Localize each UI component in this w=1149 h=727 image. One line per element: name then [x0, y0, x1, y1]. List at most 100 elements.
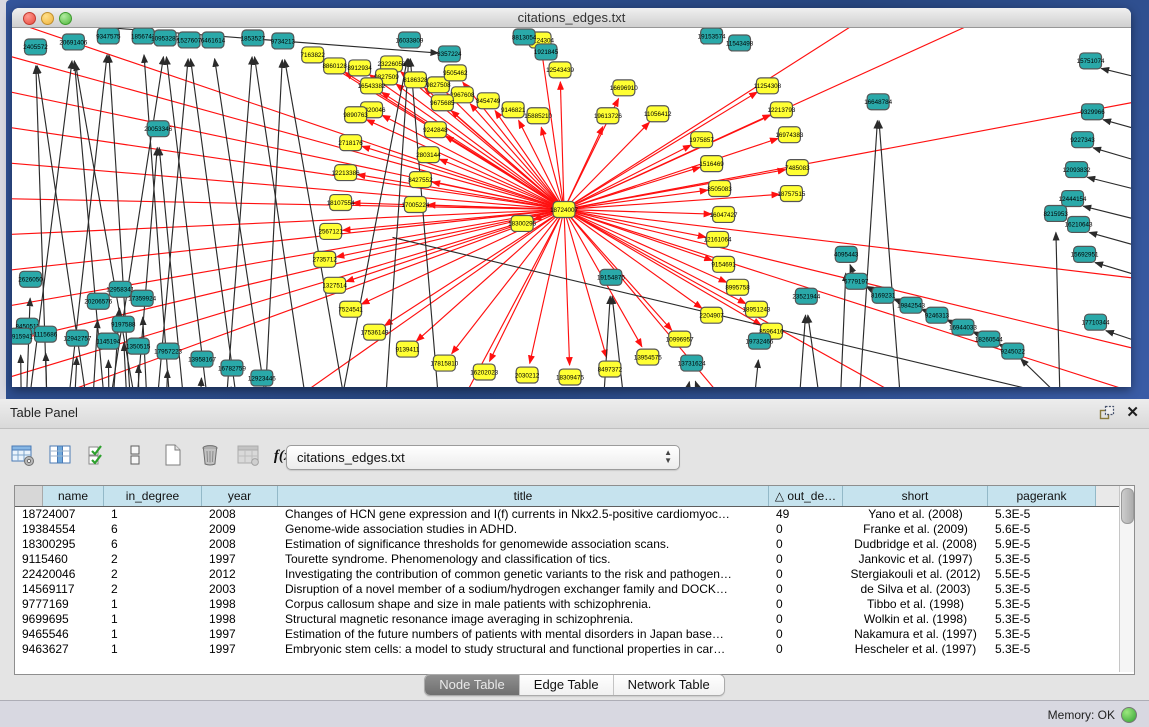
table-cell: Tourette syndrome. Phenomenology and cla… [278, 552, 769, 567]
table-cell: 5.3E-5 [988, 507, 1096, 522]
table-row[interactable]: 1872400712008Changes of HCN gene express… [15, 507, 1119, 522]
table-cell: Estimation of the future numbers of pati… [278, 627, 769, 642]
table-select-dropdown[interactable]: citations_edges.txt ▲▼ [286, 445, 680, 470]
graph-node-label: 8813054 [512, 34, 537, 41]
graph-node-label: 15692951 [1071, 252, 1099, 259]
table-mode-button[interactable] [10, 443, 36, 469]
column-header[interactable]: pagerank [988, 486, 1096, 506]
table-cell: 0 [769, 567, 843, 582]
table-row[interactable]: 1830029562008Estimation of significance … [15, 537, 1119, 552]
table-row[interactable]: 946554611997Estimation of the future num… [15, 627, 1119, 642]
column-header[interactable]: in_degree [104, 486, 202, 506]
network-view-frame: citations_edges.txt 18724007716382288601… [6, 0, 1149, 399]
graph-node-label: 2718176 [338, 140, 363, 147]
graph-node-label: 16543382 [358, 83, 386, 90]
table-tabbar: Node TableEdge TableNetwork Table [0, 674, 1149, 696]
zoom-traffic-light-icon[interactable] [59, 12, 72, 25]
table-cell: 1998 [202, 612, 278, 627]
table-row[interactable]: 911546021997Tourette syndrome. Phenomeno… [15, 552, 1119, 567]
graph-node-label: 1115686 [34, 331, 58, 338]
tab-network-table[interactable]: Network Table [614, 675, 724, 695]
table-row[interactable]: 946362711997Embryonic stem cells: a mode… [15, 642, 1119, 657]
table-row[interactable]: 977716911998Corpus callosum shape and si… [15, 597, 1119, 612]
graph-node-label: 19154876 [597, 275, 625, 282]
table-row[interactable]: 1456911722003Disruption of a novel membe… [15, 582, 1119, 597]
table-cell: Jankovic et al. (1997) [843, 552, 988, 567]
graph-node-label: 17536149 [361, 329, 389, 336]
rows-icon [123, 443, 147, 467]
tab-edge-table[interactable]: Edge Table [520, 675, 614, 695]
graph-node-label: 11056412 [644, 111, 672, 118]
table-cell: 18300295 [15, 537, 104, 552]
graph-node-label: 8912934 [347, 65, 372, 72]
new-column-button[interactable] [160, 443, 186, 469]
graph-node-label: 16944033 [949, 324, 977, 331]
table-cell: 5.3E-5 [988, 627, 1096, 642]
graph-node-label: 16202023 [470, 369, 498, 376]
column-header[interactable]: name [43, 486, 104, 506]
network-window-titlebar[interactable]: citations_edges.txt [12, 8, 1131, 28]
graph-node-label: 16974383 [775, 132, 803, 139]
table-cell: 14569117 [15, 582, 104, 597]
delete-column-button[interactable] [197, 443, 223, 469]
graph-node-label: 12942757 [63, 335, 91, 342]
table-cell: 2003 [202, 582, 278, 597]
table-header-row: namein_degreeyeartitle△ out_de…shortpage… [15, 486, 1119, 507]
network-canvas[interactable]: 1872400771638228860128891293423226058982… [12, 28, 1131, 387]
header-filler [1096, 486, 1119, 506]
graph-node-label: 8357224 [437, 51, 462, 58]
graph-node-label: 8186328 [403, 77, 428, 84]
table-cell: 6 [104, 537, 202, 552]
table-cell: 1997 [202, 552, 278, 567]
graph-node-label: 9154691 [711, 262, 736, 269]
scrollbar-thumb[interactable] [1121, 488, 1134, 524]
column-header[interactable]: title [278, 486, 769, 506]
table-row[interactable]: 2242004622012Investigating the contribut… [15, 567, 1119, 582]
graph-node-label: 9242848 [423, 127, 448, 134]
import-table-button[interactable] [235, 443, 261, 469]
table-row[interactable]: 969969511998Structural magnetic resonanc… [15, 612, 1119, 627]
table-cell: 1 [104, 597, 202, 612]
row-options-button[interactable] [122, 443, 148, 469]
graph-node-label: 9245022 [1001, 348, 1026, 355]
graph-node-label: 8169231 [871, 293, 896, 300]
graph-node-label: 8427552 [408, 177, 433, 184]
float-icon [1099, 405, 1115, 421]
close-traffic-light-icon[interactable] [23, 12, 36, 25]
table-cell: Wolkin et al. (1998) [843, 612, 988, 627]
table-cell: 0 [769, 642, 843, 657]
table-cell: 1 [104, 642, 202, 657]
table-cell: 9115460 [15, 552, 104, 567]
table-cell: 5.3E-5 [988, 612, 1096, 627]
table-cell: Genome-wide association studies in ADHD. [278, 522, 769, 537]
table-column-icon [48, 443, 72, 467]
column-header[interactable]: year [202, 486, 278, 506]
graph-node-label: 9329966 [1080, 109, 1105, 116]
vertical-scrollbar[interactable] [1119, 486, 1134, 672]
float-panel-button[interactable] [1099, 405, 1115, 421]
graph-node-label: 13958167 [188, 356, 216, 363]
show-column-button[interactable] [47, 443, 73, 469]
column-header[interactable]: short [843, 486, 988, 506]
table-cell: Tibbo et al. (1998) [843, 597, 988, 612]
table-cell: Embryonic stem cells: a model to study s… [278, 642, 769, 657]
graph-node-label: 7485083 [785, 165, 810, 172]
table-cell: 2008 [202, 537, 278, 552]
select-columns-button[interactable] [85, 443, 111, 469]
minimize-traffic-light-icon[interactable] [41, 12, 54, 25]
graph-node-label: 9139411 [395, 346, 419, 353]
graph-node-label: 2735712 [312, 257, 337, 264]
table-cell: 0 [769, 627, 843, 642]
graph-node-label: 1527607 [177, 37, 202, 44]
column-header[interactable]: △ out_de… [769, 486, 843, 506]
table-row[interactable]: 1938455462009Genome-wide association stu… [15, 522, 1119, 537]
tab-node-table[interactable]: Node Table [425, 675, 520, 695]
table-body: 1872400712008Changes of HCN gene express… [15, 507, 1119, 673]
graph-node-label: 7524541 [338, 307, 363, 314]
graph-node-label: 12093832 [1063, 167, 1091, 174]
table-cell: Structural magnetic resonance image aver… [278, 612, 769, 627]
graph-node-label: 8454749 [476, 98, 501, 105]
graph-node-label: 2803144 [416, 152, 441, 159]
close-panel-button[interactable]: ✕ [1126, 403, 1139, 421]
import-table-icon [236, 443, 260, 467]
